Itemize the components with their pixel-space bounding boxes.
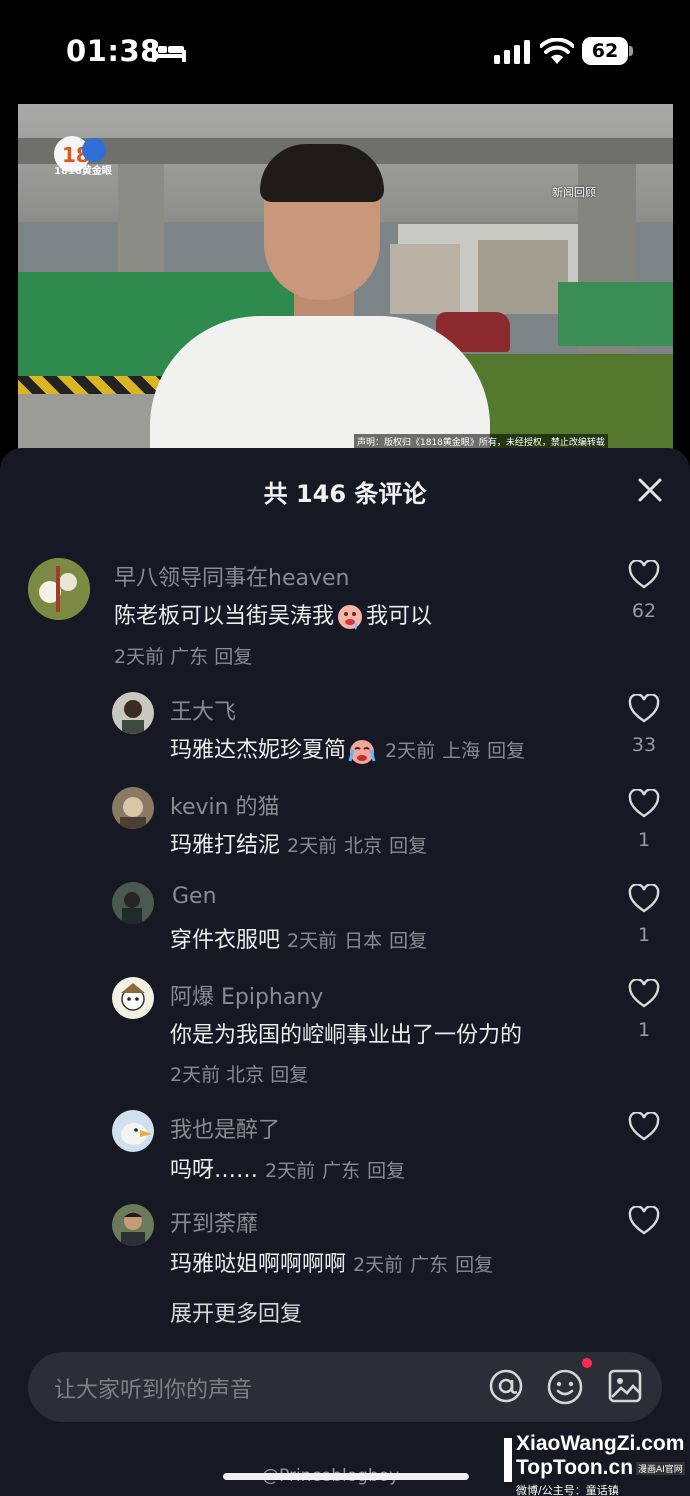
watermark-line-2: TopToon.cn xyxy=(516,1456,634,1479)
reply-text: 玛雅达杰妮珍夏简 2天前 上海 回复 xyxy=(170,738,526,764)
avatar[interactable] xyxy=(28,558,90,620)
news-label: 新闻回顾 xyxy=(552,186,596,199)
emoji-icon[interactable] xyxy=(546,1368,584,1406)
cellular-signal-icon xyxy=(494,40,530,64)
reply-username[interactable]: 开到荼靡 xyxy=(170,1206,258,1238)
reply-button[interactable]: 回复 xyxy=(455,1254,493,1276)
comment-input-bar[interactable]: 让大家听到你的声音 xyxy=(28,1352,662,1422)
notification-dot xyxy=(582,1358,592,1368)
avatar[interactable] xyxy=(112,1110,154,1152)
reply-button[interactable]: 回复 xyxy=(367,1160,405,1182)
like-count: 1 xyxy=(637,1019,651,1041)
reply-text: 你是为我国的崆峒事业出了一份力的 xyxy=(170,1023,523,1048)
drooling-face-icon xyxy=(338,605,363,630)
comments-sheet: 共 146 条评论 早八领导同事在heaven 陈老板可以当街吴涛我 我可以 2天… xyxy=(0,448,690,1496)
avatar[interactable] xyxy=(112,977,154,1019)
like-heart-icon[interactable] xyxy=(628,560,660,590)
site-watermark: XiaoWangZi.com TopToon.cn 漫画AI官网 微博/公主号：… xyxy=(500,1432,690,1496)
expand-more-replies-button[interactable]: 展开更多回复 xyxy=(170,1296,302,1328)
status-time: 01:38 xyxy=(66,34,161,68)
reply-button[interactable]: 回复 xyxy=(270,1064,308,1086)
battery-indicator: 62 xyxy=(582,37,634,65)
like-heart-icon[interactable] xyxy=(628,884,660,914)
avatar[interactable] xyxy=(112,787,154,829)
like-count: 62 xyxy=(631,600,657,622)
comment-input-placeholder[interactable]: 让大家听到你的声音 xyxy=(54,1372,252,1404)
video-player[interactable]: 18 1818黄金眼 新闻回顾 声明：版权归《1818黄金眼》所有，未经授权，禁… xyxy=(18,104,673,450)
comment-text: 陈老板可以当街吴涛我 我可以 xyxy=(114,604,433,630)
watermark-tag: 漫画AI官网 xyxy=(636,1462,685,1475)
reply-button[interactable]: 回复 xyxy=(389,835,427,857)
reply-button[interactable]: 回复 xyxy=(487,740,525,762)
sleep-focus-icon xyxy=(152,42,186,62)
avatar[interactable] xyxy=(112,692,154,734)
like-count: 1 xyxy=(637,829,651,851)
channel-logo-text: 1818黄金眼 xyxy=(54,166,112,177)
comment-meta: 2天前 广东 回复 xyxy=(114,646,253,668)
like-heart-icon[interactable] xyxy=(628,789,660,819)
like-count: 33 xyxy=(631,734,657,756)
screen: 01:38 62 18 1818黄金眼 新闻回顾 声明：版权归《1818黄金眼》… xyxy=(0,0,690,1496)
reply-meta: 2天前 北京 回复 xyxy=(170,1064,309,1086)
avatar[interactable] xyxy=(112,882,154,924)
home-indicator[interactable] xyxy=(223,1473,469,1480)
copyright-disclaimer: 声明：版权归《1818黄金眼》所有，未经授权，禁止改编转载 xyxy=(354,434,608,449)
like-heart-icon[interactable] xyxy=(628,694,660,724)
like-heart-icon[interactable] xyxy=(628,1112,660,1142)
reply-username[interactable]: kevin 的猫 xyxy=(170,789,280,821)
close-icon[interactable] xyxy=(636,476,664,504)
reply-text: 玛雅哒姐啊啊啊啊 2天前 广东 回复 xyxy=(170,1252,494,1277)
reply-text: 吗呀…… 2天前 广东 回复 xyxy=(170,1158,406,1183)
comments-count-title: 共 146 条评论 xyxy=(263,480,427,508)
wifi-icon xyxy=(540,38,574,64)
reply-username[interactable]: 我也是醉了 xyxy=(170,1112,280,1144)
watermark-line-3: 微博/公主号：童话镇 xyxy=(516,1484,619,1496)
reply-text: 穿件衣服吧 2天前 日本 回复 xyxy=(170,928,428,953)
reply-username[interactable]: 阿爆 Epiphany xyxy=(170,979,323,1011)
reply-text: 玛雅打结泥 2天前 北京 回复 xyxy=(170,833,428,858)
reply-username[interactable]: 王大飞 xyxy=(170,694,236,726)
image-upload-icon[interactable] xyxy=(608,1368,642,1404)
reply-button[interactable]: 回复 xyxy=(214,646,252,668)
like-heart-icon[interactable] xyxy=(628,979,660,1009)
battery-level: 62 xyxy=(582,37,628,65)
like-count: 1 xyxy=(637,924,651,946)
at-mention-icon[interactable] xyxy=(488,1368,524,1404)
comment-username[interactable]: 早八领导同事在heaven xyxy=(114,560,349,592)
like-heart-icon[interactable] xyxy=(628,1206,660,1236)
reply-username[interactable]: Gen xyxy=(172,884,217,909)
watermark-line-1: XiaoWangZi.com xyxy=(516,1432,685,1455)
status-bar: 01:38 62 xyxy=(0,0,690,100)
crying-face-icon xyxy=(348,740,376,764)
avatar[interactable] xyxy=(112,1204,154,1246)
reply-button[interactable]: 回复 xyxy=(389,930,427,952)
